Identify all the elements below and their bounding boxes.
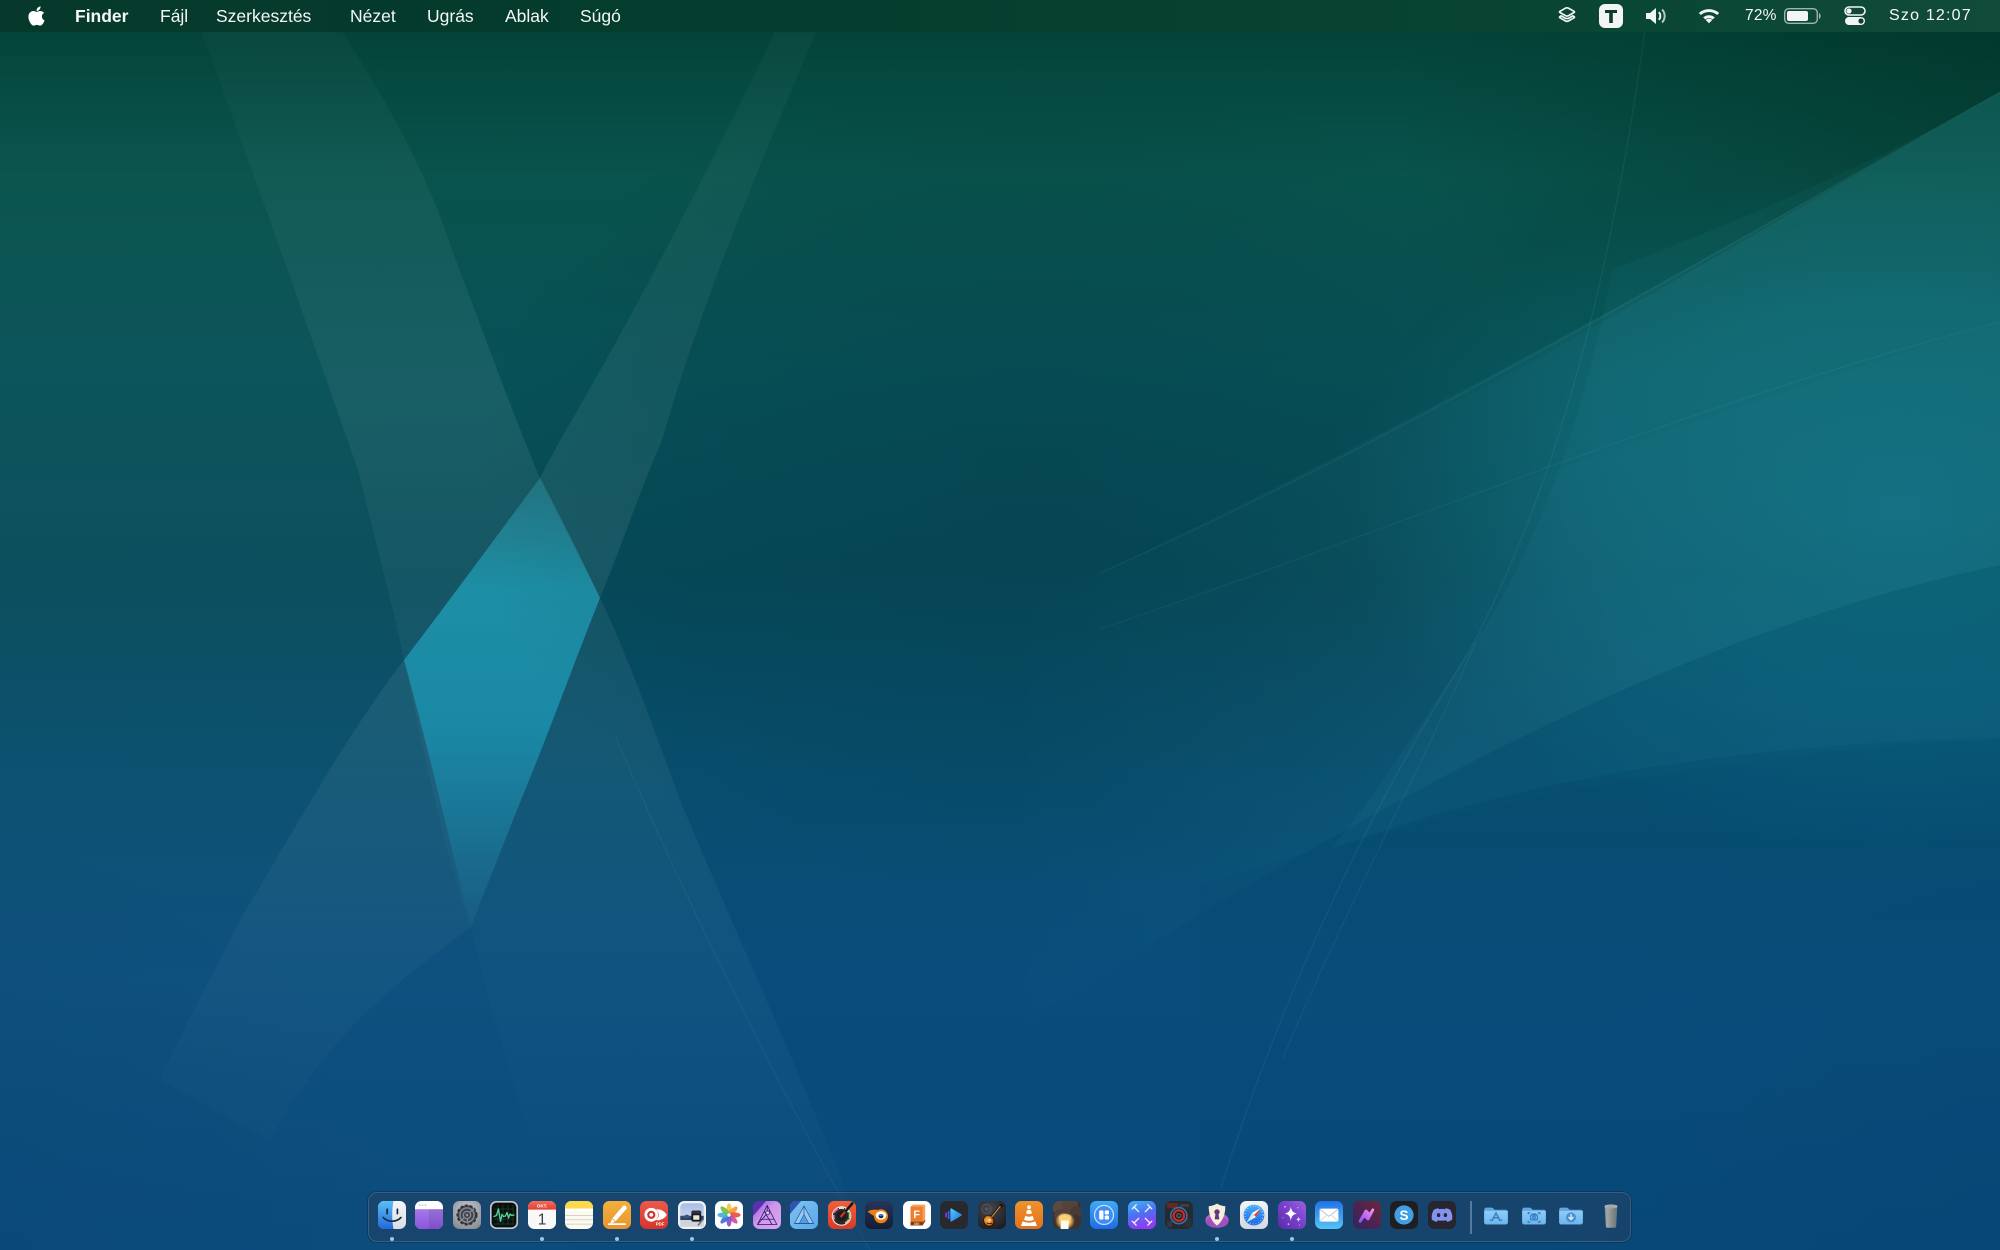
svg-text:S: S (1399, 1208, 1408, 1223)
svg-text:PDF: PDF (656, 1221, 665, 1226)
svg-text:1: 1 (537, 1212, 546, 1229)
svg-text:OKT.: OKT. (536, 1203, 546, 1208)
svg-text:F: F (913, 1209, 920, 1221)
svg-text:360: 360 (913, 1222, 919, 1226)
